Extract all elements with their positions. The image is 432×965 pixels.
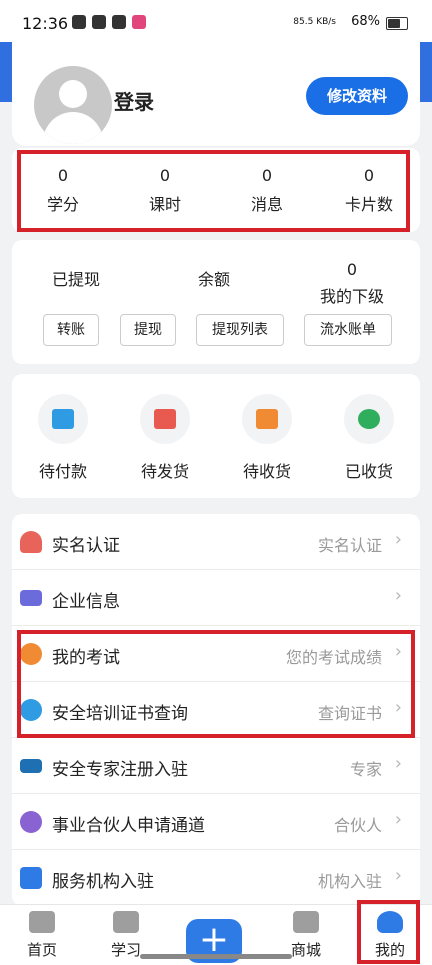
order-received[interactable]: 已收货 xyxy=(318,394,420,482)
stat-credits[interactable]: 0 学分 xyxy=(12,166,114,215)
notification-icon xyxy=(92,15,106,29)
order-pending-payment[interactable]: 待付款 xyxy=(12,394,114,482)
star-badge-icon xyxy=(358,409,380,429)
order-pending-receipt[interactable]: 待收货 xyxy=(216,394,318,482)
app-icon xyxy=(132,15,146,29)
menu-item-my-exam[interactable]: 我的考试 您的考试成绩 › xyxy=(12,626,420,682)
search-icon xyxy=(20,699,42,721)
stats-card: 0 学分 0 课时 0 消息 0 卡片数 xyxy=(12,148,420,232)
decorative-strip xyxy=(418,42,432,102)
tab-shop[interactable]: 商城 xyxy=(276,911,336,960)
withdraw-list-button[interactable]: 提现列表 xyxy=(196,314,284,346)
chevron-right-icon: › xyxy=(394,865,402,886)
wallet-card: 已提现 余额 0 我的下级 转账 提现 提现列表 流水账单 xyxy=(12,240,420,364)
menu-item-real-name[interactable]: 实名认证 实名认证 › xyxy=(12,514,420,570)
menu-list: 实名认证 实名认证 › 企业信息 › 我的考试 您的考试成绩 › 安全培训证书查… xyxy=(12,514,420,906)
home-indicator xyxy=(140,954,292,959)
login-link[interactable]: 登录 xyxy=(114,86,154,115)
status-time: 12:36 xyxy=(22,14,69,33)
menu-item-expert-registration[interactable]: 安全专家注册入驻 专家 › xyxy=(12,738,420,794)
menu-item-partner-application[interactable]: 事业合伙人申请通道 合伙人 › xyxy=(12,794,420,850)
shop-icon xyxy=(293,911,319,933)
chevron-right-icon: › xyxy=(394,753,402,774)
balance-label: 余额 xyxy=(198,270,231,289)
avatar[interactable] xyxy=(34,66,112,144)
battery-text: 68% xyxy=(351,14,380,29)
chevron-right-icon: › xyxy=(394,585,402,606)
tab-study[interactable]: 学习 xyxy=(96,911,156,960)
withdrawn-label: 已提现 xyxy=(52,270,101,289)
home-icon xyxy=(29,911,55,933)
graduation-cap-icon xyxy=(20,759,42,773)
chat-bubble-icon xyxy=(20,643,42,665)
building-icon xyxy=(20,867,42,889)
order-pending-shipment[interactable]: 待发货 xyxy=(114,394,216,482)
id-card-icon xyxy=(20,590,42,606)
chevron-right-icon: › xyxy=(394,809,402,830)
stat-messages[interactable]: 0 消息 xyxy=(216,166,318,215)
stat-cards[interactable]: 0 卡片数 xyxy=(318,166,420,215)
truck-icon xyxy=(154,409,176,429)
menu-item-certificate-query[interactable]: 安全培训证书查询 查询证书 › xyxy=(12,682,420,738)
edit-profile-button[interactable]: 修改资料 xyxy=(306,77,408,115)
ledger-button[interactable]: 流水账单 xyxy=(304,314,392,346)
tab-mine[interactable]: 我的 xyxy=(360,911,420,960)
transfer-button[interactable]: 转账 xyxy=(43,314,99,346)
orders-card: 待付款 待发货 待收货 已收货 xyxy=(12,374,420,498)
profile-header: 登录 修改资料 xyxy=(12,38,420,146)
chevron-right-icon: › xyxy=(394,641,402,662)
wallet-icon xyxy=(52,409,74,429)
battery-icon xyxy=(386,17,408,30)
handshake-icon xyxy=(20,811,42,833)
chevron-right-icon: › xyxy=(394,697,402,718)
person-icon xyxy=(20,531,42,553)
notification-icon xyxy=(72,15,86,29)
network-speed: 85.5 KB/s xyxy=(293,17,336,27)
shield-icon xyxy=(112,15,126,29)
folder-icon xyxy=(113,911,139,933)
package-icon xyxy=(256,409,278,429)
menu-item-service-agency[interactable]: 服务机构入驻 机构入驻 › xyxy=(12,850,420,906)
subordinates[interactable]: 0 我的下级 xyxy=(312,260,392,307)
tab-home[interactable]: 首页 xyxy=(12,911,72,960)
stat-hours[interactable]: 0 课时 xyxy=(114,166,216,215)
user-icon xyxy=(377,911,403,933)
withdraw-button[interactable]: 提现 xyxy=(120,314,176,346)
menu-item-company-info[interactable]: 企业信息 › xyxy=(12,570,420,626)
chevron-right-icon: › xyxy=(394,529,402,550)
